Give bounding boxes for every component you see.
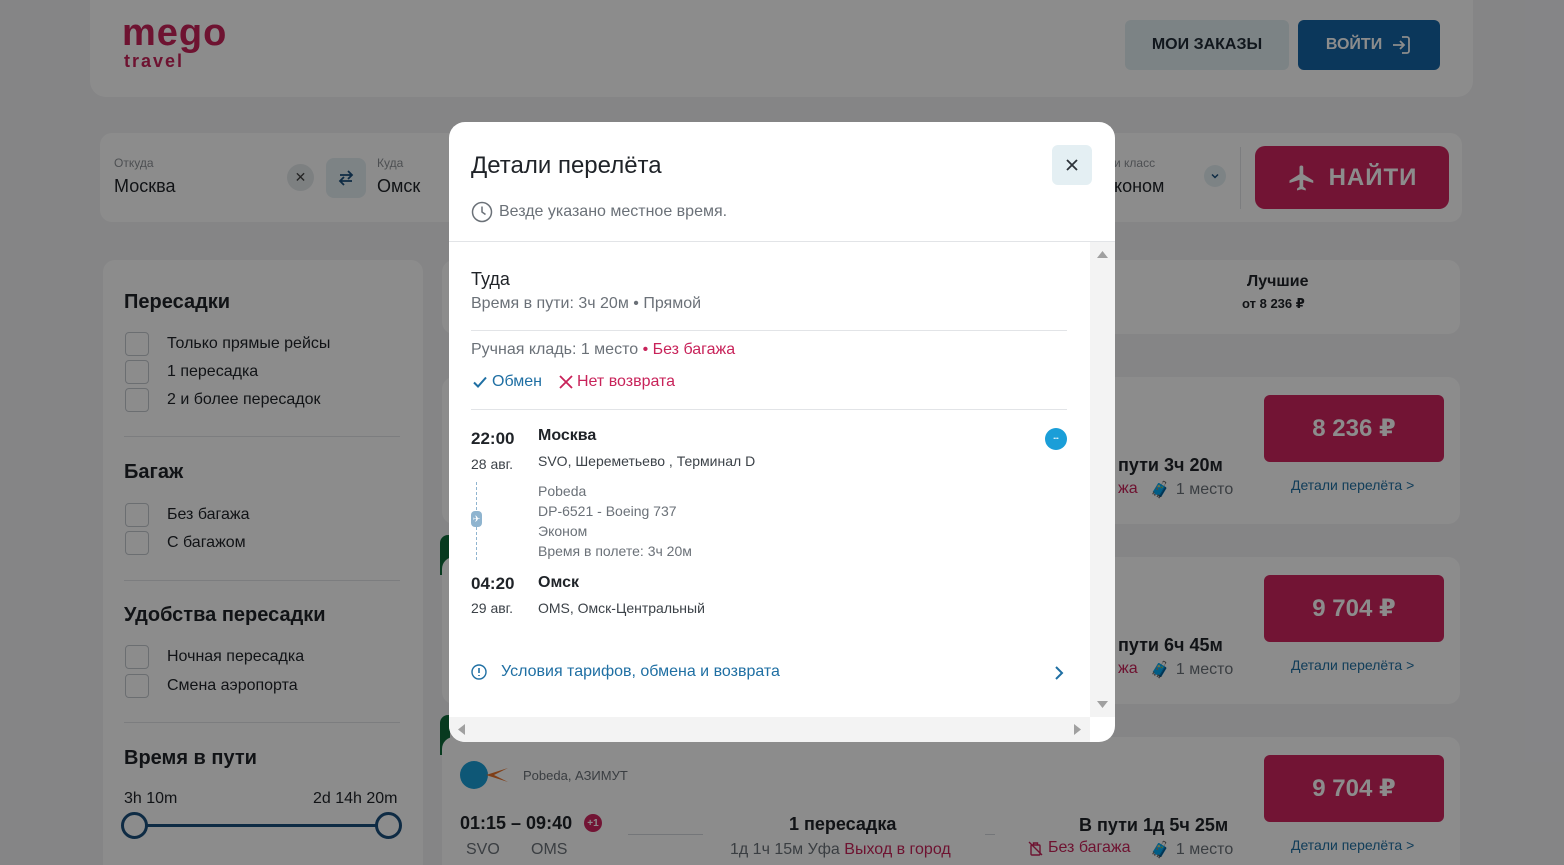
- divider: [471, 409, 1067, 410]
- arrival-time: 04:20: [471, 574, 515, 593]
- cross-icon: [559, 375, 573, 389]
- exchange-allowed: Обмен: [471, 373, 542, 391]
- scroll-up-icon[interactable]: [1097, 251, 1108, 258]
- scroll-left-icon[interactable]: [458, 724, 465, 735]
- chevron-right-icon[interactable]: [1052, 664, 1066, 687]
- flight-details-modal: Детали перелёта Везде указано местное вр…: [449, 122, 1115, 742]
- clock-icon: [471, 201, 493, 223]
- arrival-airport: OMS, Омск-Центральный: [538, 600, 705, 616]
- vertical-scrollbar[interactable]: [1090, 242, 1115, 717]
- horizontal-scrollbar[interactable]: [449, 717, 1090, 742]
- scroll-down-icon[interactable]: [1097, 701, 1108, 708]
- departure-city: Москва: [538, 427, 597, 444]
- modal-body: Туда Время в пути: 3ч 20м • Прямой Ручна…: [449, 242, 1090, 717]
- scroll-right-icon[interactable]: [1074, 724, 1081, 735]
- divider: [471, 330, 1067, 331]
- fare-rules: Обмен Нет возврата: [471, 373, 675, 391]
- plane-icon: ✈: [471, 511, 482, 527]
- arrival-date: 29 авг.: [471, 600, 513, 616]
- departure-time: 22:00: [471, 429, 515, 448]
- check-icon: [473, 376, 487, 388]
- flight-info: Pobeda DP-6521 - Boeing 737 Эконом Время…: [538, 483, 692, 559]
- info-icon: [471, 664, 487, 680]
- direction-title: Туда: [471, 269, 510, 289]
- fare-terms-link[interactable]: Условия тарифов, обмена и возврата: [471, 663, 780, 681]
- refund-not-allowed: Нет возврата: [558, 373, 675, 391]
- close-icon: [1066, 159, 1078, 171]
- departure-airport: SVO, Шереметьево , Терминал D: [538, 453, 756, 469]
- modal-title: Детали перелёта: [471, 152, 662, 179]
- arrival-city: Омск: [538, 574, 579, 591]
- close-button[interactable]: [1052, 145, 1092, 185]
- airline-logo-icon: •••: [1045, 428, 1067, 450]
- direction-summary: Время в пути: 3ч 20м • Прямой: [471, 295, 702, 312]
- local-time-note: Везде указано местное время.: [471, 201, 727, 223]
- departure-date: 28 авг.: [471, 456, 513, 472]
- baggage-info: Ручная кладь: 1 место • Без багажа: [471, 341, 736, 358]
